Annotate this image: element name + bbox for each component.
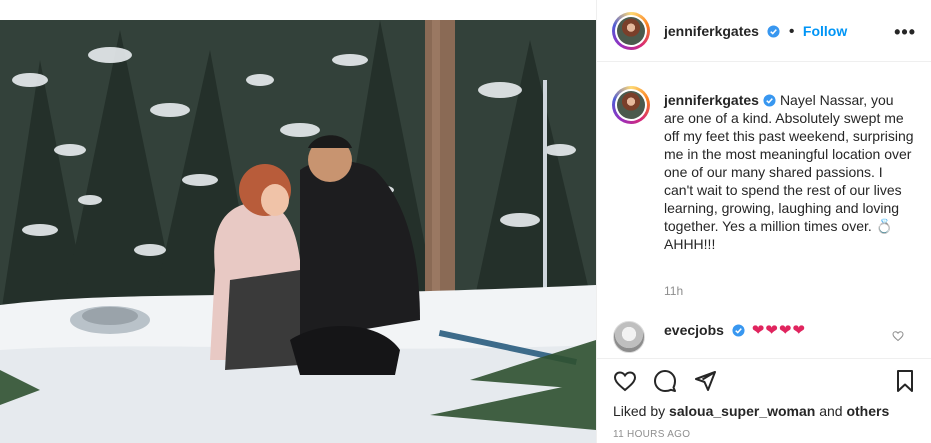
liked-by-line: Liked by saloua_super_woman and others <box>613 403 889 419</box>
comment-text: ❤❤❤❤ <box>751 322 806 339</box>
photo-scene <box>0 20 596 443</box>
liked-by-others[interactable]: others <box>846 403 889 419</box>
liked-by-prefix: Liked by <box>613 403 666 419</box>
post-header: jenniferkgates • Follow ••• <box>597 0 931 62</box>
post-photo[interactable] <box>0 20 596 443</box>
header-username[interactable]: jenniferkgates <box>664 23 759 39</box>
comment-verified-icon <box>732 324 745 337</box>
comment: evecjobs ❤❤❤❤ <box>664 321 806 339</box>
verified-icon <box>767 25 780 38</box>
paper-plane-icon[interactable] <box>693 369 717 393</box>
liked-by-user[interactable]: saloua_super_woman <box>669 403 815 419</box>
caption: jenniferkgates Nayel Nassar, you are one… <box>664 91 914 253</box>
follow-button[interactable]: Follow <box>803 23 847 39</box>
caption-text: Nayel Nassar, you are one of a kind. Abs… <box>664 92 914 252</box>
commenter-avatar[interactable] <box>613 321 645 353</box>
caption-username[interactable]: jenniferkgates <box>664 92 759 108</box>
caption-area: jenniferkgates Nayel Nassar, you are one… <box>597 62 931 358</box>
post-side-panel: jenniferkgates • Follow ••• jenniferkgat… <box>596 0 931 443</box>
header-author-line: jenniferkgates • Follow <box>664 23 847 41</box>
caption-age[interactable]: 11h <box>664 284 683 298</box>
comment-username[interactable]: evecjobs <box>664 322 724 338</box>
liked-by-and: and <box>819 403 843 419</box>
bookmark-icon[interactable] <box>893 369 917 393</box>
post-timestamp[interactable]: 11 HOURS AGO <box>613 429 690 440</box>
author-avatar[interactable] <box>612 12 650 50</box>
comment-like-heart-icon[interactable] <box>892 330 904 342</box>
separator-dot: • <box>788 23 795 40</box>
more-options-icon[interactable]: ••• <box>894 22 916 43</box>
comment-bubble-icon[interactable] <box>653 369 677 393</box>
caption-author-avatar[interactable] <box>612 86 650 124</box>
heart-icon[interactable] <box>613 369 637 393</box>
top-strip <box>0 0 596 20</box>
post-actions: Liked by saloua_super_woman and others 1… <box>597 358 931 443</box>
caption-verified-icon <box>763 94 776 107</box>
